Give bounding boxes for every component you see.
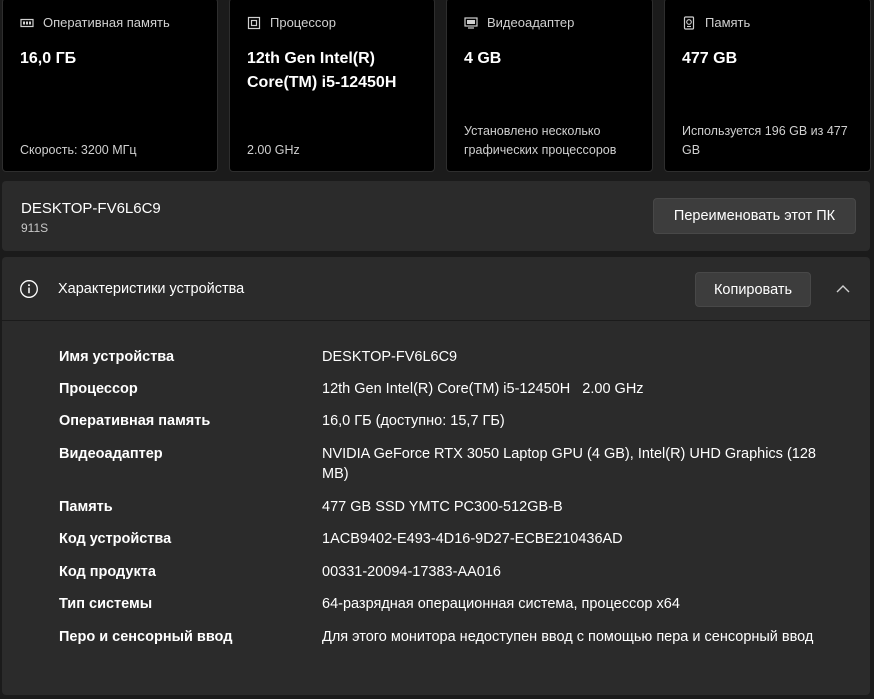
summary-cards: Оперативная память 16,0 ГБ Скорость: 320… (0, 0, 874, 172)
processor-icon (247, 16, 261, 30)
spec-value: NVIDIA GeForce RTX 3050 Laptop GPU (4 GB… (322, 446, 816, 482)
spec-value: Для этого монитора недоступен ввод с пом… (322, 629, 814, 645)
memory-chip-icon (20, 16, 34, 30)
spec-value: DESKTOP-FV6L6C9 (322, 349, 458, 365)
card-display-adapter: Видеоадаптер 4 GB Установлено несколько … (446, 0, 653, 172)
pc-name-bar: DESKTOP-FV6L6C9 911S Переименовать этот … (2, 181, 870, 251)
pc-name: DESKTOP-FV6L6C9 (21, 200, 161, 217)
card-value: 16,0 ГБ (20, 50, 77, 67)
card-memory: Оперативная память 16,0 ГБ Скорость: 320… (2, 0, 218, 172)
card-title: Процессор (270, 15, 336, 30)
card-storage: Память 477 GB Используется 196 GB из 477… (664, 0, 871, 172)
spec-value: 64-разрядная операционная система, проце… (322, 596, 680, 612)
card-processor: Процессор 12th Gen Intel(R) Core(TM) i5-… (229, 0, 435, 172)
rename-pc-button[interactable]: Переименовать этот ПК (653, 198, 856, 234)
info-icon (20, 280, 38, 298)
card-subtext: Скорость: 3200 МГц (20, 143, 137, 157)
spec-value: 16,0 ГБ (доступно: 15,7 ГБ) (322, 413, 505, 429)
card-title: Оперативная память (43, 15, 170, 30)
spec-key: Оперативная память (59, 413, 211, 429)
card-subtext: 2.00 GHz (247, 143, 300, 157)
card-value: 12th Gen Intel(R) Core(TM) i5-12450H (247, 50, 397, 91)
spec-key: Видеоадаптер (59, 446, 163, 462)
card-title: Видеоадаптер (487, 15, 575, 30)
spec-key: Код устройства (59, 531, 172, 547)
spec-key: Тип системы (59, 596, 153, 612)
spec-key: Память (59, 499, 113, 515)
chevron-up-icon[interactable] (833, 279, 853, 299)
specs-header[interactable]: Характеристики устройства Копировать (2, 257, 870, 321)
pc-model: 911S (21, 221, 49, 235)
card-title: Память (705, 15, 751, 30)
spec-key: Код продукта (59, 564, 156, 580)
spec-value: 477 GB SSD YMTC PC300-512GB-B (322, 499, 563, 515)
display-adapter-icon (464, 16, 478, 30)
device-specifications-panel: Характеристики устройства Копировать Имя… (2, 257, 870, 695)
card-value: 4 GB (464, 50, 502, 67)
spec-value: 1ACB9402-E493-4D16-9D27-ECBE210436AD (322, 531, 623, 547)
spec-value: 00331-20094-17383-AA016 (322, 564, 501, 580)
spec-key: Перо и сенсорный ввод (59, 629, 233, 645)
storage-drive-icon (682, 15, 696, 30)
card-value: 477 GB (682, 50, 738, 67)
specs-title: Характеристики устройства (58, 281, 245, 297)
spec-key: Процессор (59, 381, 138, 397)
spec-value: 12th Gen Intel(R) Core(TM) i5-12450H 2.0… (322, 381, 644, 397)
spec-key: Имя устройства (59, 349, 175, 365)
card-subtext: Используется 196 GB из 477 GB (682, 124, 848, 157)
copy-button[interactable]: Копировать (695, 272, 811, 307)
card-subtext: Установлено несколько графических процес… (464, 124, 617, 157)
